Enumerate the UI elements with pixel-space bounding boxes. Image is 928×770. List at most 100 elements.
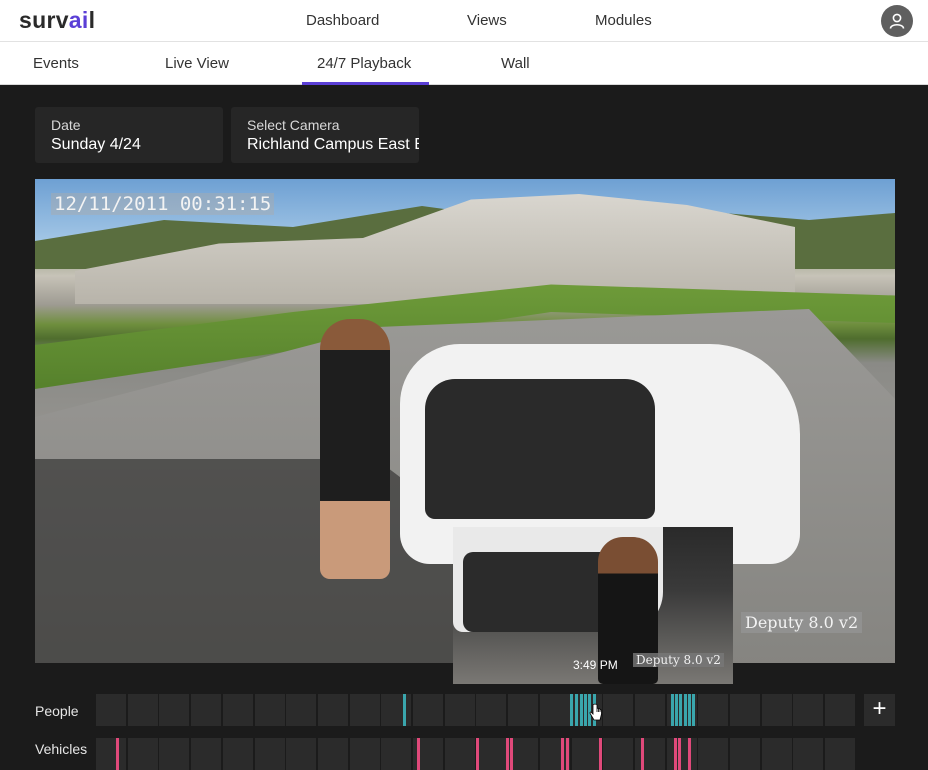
timeline-event-marker[interactable] xyxy=(561,738,564,770)
timeline-segment[interactable] xyxy=(603,738,634,770)
nav-modules[interactable]: Modules xyxy=(595,12,652,29)
timeline-segment[interactable] xyxy=(96,738,126,770)
timeline-segment[interactable] xyxy=(96,694,126,726)
osd-source-label: Deputy 8.0 v2 xyxy=(741,612,863,633)
timeline-segment[interactable] xyxy=(761,738,792,770)
timeline-segment[interactable] xyxy=(793,738,824,770)
timeline-segment[interactable] xyxy=(698,738,729,770)
camera-value: Richland Campus East Entrance xyxy=(247,136,419,153)
tab-247-playback[interactable]: 24/7 Playback xyxy=(317,55,411,72)
osd-timestamp: 12/11/2011 00:31:15 xyxy=(51,193,275,215)
add-track-button[interactable]: + xyxy=(864,694,895,726)
nav-views[interactable]: Views xyxy=(467,12,507,29)
timeline-event-marker[interactable] xyxy=(641,738,644,770)
sub-tab-bar: Events Live View 24/7 Playback Wall xyxy=(0,42,928,85)
timeline-segment[interactable] xyxy=(476,694,507,726)
timeline-event-marker[interactable] xyxy=(688,694,691,726)
camera-label: Select Camera xyxy=(247,117,340,133)
timeline-event-marker[interactable] xyxy=(684,694,687,726)
date-label: Date xyxy=(51,117,81,133)
timeline-segment[interactable] xyxy=(825,738,856,770)
timeline-segment[interactable] xyxy=(127,738,158,770)
track-label-vehicles: Vehicles xyxy=(35,741,88,757)
timeline-segment[interactable] xyxy=(571,738,602,770)
timeline-event-marker[interactable] xyxy=(675,694,678,726)
top-navbar: survail Dashboard Views Modules xyxy=(0,0,928,42)
timeline-segment[interactable] xyxy=(254,694,285,726)
timeline-segment[interactable] xyxy=(761,694,792,726)
timeline-event-marker[interactable] xyxy=(570,694,573,726)
timeline-segment[interactable] xyxy=(317,738,348,770)
preview-time: 3:49 PM xyxy=(573,658,618,672)
tab-live-view[interactable]: Live View xyxy=(165,55,229,72)
timeline-segment[interactable] xyxy=(286,738,317,770)
timeline-event-marker[interactable] xyxy=(116,738,119,770)
track-label-people: People xyxy=(35,703,79,719)
user-avatar[interactable] xyxy=(881,5,913,37)
timeline-segment[interactable] xyxy=(413,694,443,726)
timeline-segment[interactable] xyxy=(444,694,475,726)
timeline-segment[interactable] xyxy=(349,694,380,726)
timeline-event-marker[interactable] xyxy=(679,694,682,726)
vehicles-track[interactable] xyxy=(96,738,856,770)
preview-source-label: Deputy 8.0 v2 xyxy=(633,653,724,667)
timeline-event-marker[interactable] xyxy=(566,738,569,770)
timeline-segment[interactable] xyxy=(634,694,665,726)
timeline-event-marker[interactable] xyxy=(692,694,695,726)
timeline-segment[interactable] xyxy=(539,694,570,726)
date-value: Sunday 4/24 xyxy=(51,136,141,153)
timeline-segment[interactable] xyxy=(159,738,190,770)
timeline-event-marker[interactable] xyxy=(417,738,420,770)
timeline-event-marker[interactable] xyxy=(599,738,602,770)
timeline-event-marker[interactable] xyxy=(403,694,406,726)
timeline-segment[interactable] xyxy=(222,694,253,726)
timeline-segment[interactable] xyxy=(603,694,634,726)
timeline-segment[interactable] xyxy=(476,738,507,770)
user-icon xyxy=(889,13,905,29)
timeline-segment[interactable] xyxy=(349,738,380,770)
logo-text-right: l xyxy=(88,7,96,33)
timeline-segment[interactable] xyxy=(444,738,475,770)
timeline-segment[interactable] xyxy=(254,738,285,770)
timeline-event-marker[interactable] xyxy=(674,738,677,770)
tab-events[interactable]: Events xyxy=(33,55,79,72)
timeline-event-marker[interactable] xyxy=(688,738,691,770)
timeline-segment[interactable] xyxy=(730,738,760,770)
timeline-segment[interactable] xyxy=(825,694,856,726)
timeline-segment[interactable] xyxy=(793,694,824,726)
timeline-event-marker[interactable] xyxy=(580,694,583,726)
active-tab-indicator xyxy=(302,82,429,85)
timeline-segment[interactable] xyxy=(222,738,253,770)
timeline-event-marker[interactable] xyxy=(506,738,509,770)
timeline-segment[interactable] xyxy=(317,694,348,726)
people-track[interactable] xyxy=(96,694,856,726)
timeline-segment[interactable] xyxy=(286,694,317,726)
timeline-event-marker[interactable] xyxy=(678,738,681,770)
timeline-event-marker[interactable] xyxy=(476,738,479,770)
timeline-segment[interactable] xyxy=(159,694,190,726)
timeline-segment[interactable] xyxy=(191,694,222,726)
camera-selector[interactable]: Select Camera Richland Campus East Entra… xyxy=(231,107,419,163)
timeline-segment[interactable] xyxy=(381,738,412,770)
timeline-segment[interactable] xyxy=(698,694,729,726)
video-car-trunk xyxy=(425,379,655,519)
logo-text-left: surv xyxy=(19,7,69,33)
timeline-event-marker[interactable] xyxy=(584,694,587,726)
logo-text-accent: ai xyxy=(68,7,89,33)
timeline-segment[interactable] xyxy=(127,694,158,726)
hover-preview-thumbnail: 3:49 PM Deputy 8.0 v2 xyxy=(453,527,733,684)
hand-cursor-icon xyxy=(589,703,602,721)
timeline-segment[interactable] xyxy=(666,738,697,770)
date-selector[interactable]: Date Sunday 4/24 xyxy=(35,107,223,163)
survail-logo[interactable]: survail xyxy=(19,7,95,34)
timeline-segment[interactable] xyxy=(508,694,539,726)
timeline-segment[interactable] xyxy=(381,694,412,726)
timeline-segment[interactable] xyxy=(730,694,760,726)
timeline-event-marker[interactable] xyxy=(575,694,578,726)
tab-wall[interactable]: Wall xyxy=(501,55,530,72)
nav-dashboard[interactable]: Dashboard xyxy=(306,12,379,29)
timeline-event-marker[interactable] xyxy=(671,694,674,726)
timeline-segment[interactable] xyxy=(191,738,222,770)
timeline-event-marker[interactable] xyxy=(510,738,513,770)
timeline-segment[interactable] xyxy=(634,738,665,770)
